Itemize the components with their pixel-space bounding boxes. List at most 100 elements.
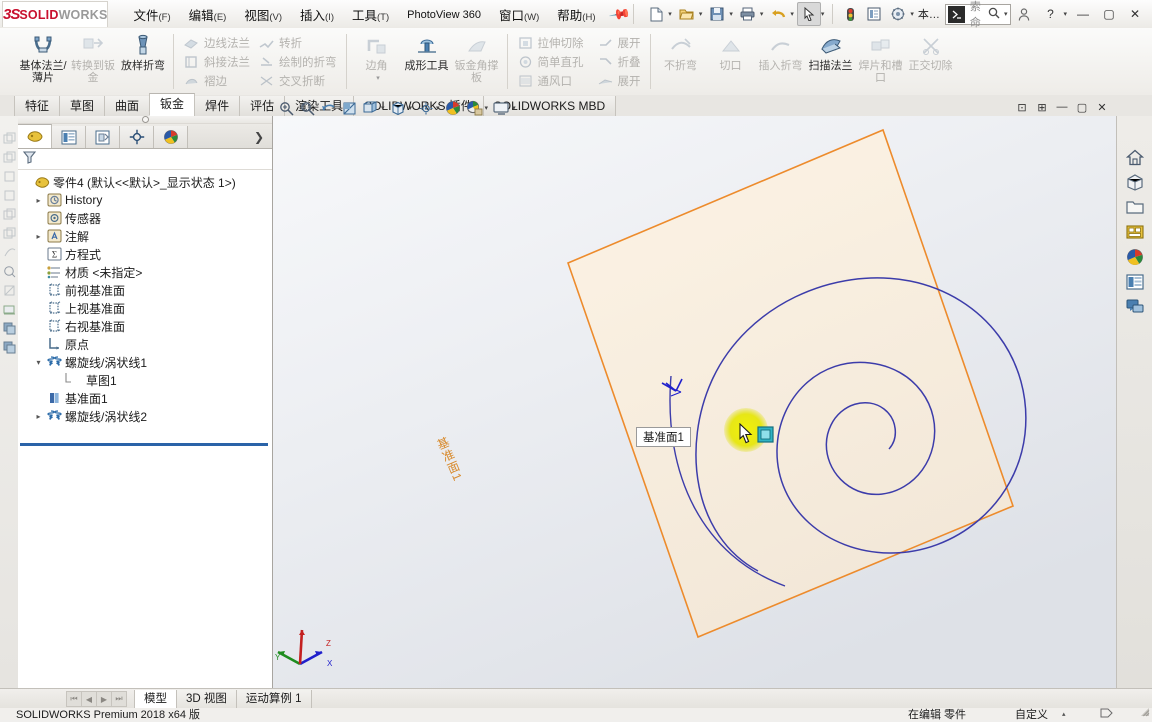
tree-row-helix2[interactable]: ▸ 螺旋线/涡状线2 [18,407,272,425]
search-command-box[interactable]: 搜索命令 ▾ [945,4,1012,25]
tree-row-plane1[interactable]: 基准面1 [18,389,272,407]
open-file-dropdown[interactable]: ▾ [699,10,703,18]
plane-callout-label[interactable]: 基准面1 [636,427,691,447]
tab-sheetmetal[interactable]: 钣金 [149,93,195,116]
menu-window[interactable]: 窗口(W) [490,1,548,28]
view-icon-4[interactable] [1,186,17,204]
tree-row-origin[interactable]: 原点 [18,335,272,353]
open-folder-icon[interactable] [675,2,699,26]
appearances-icon[interactable] [1123,245,1147,269]
file-explorer-icon[interactable] [1123,195,1147,219]
display-manager-tab[interactable] [154,126,188,148]
graphics-viewport[interactable]: Z Y X 基准面1 基准面1 [273,116,1116,688]
expand-arrow-annotations[interactable]: ▸ [32,232,45,241]
restore-icon[interactable]: ⊡ [1012,98,1032,116]
scene-dropdown[interactable]: ▾ [485,104,489,112]
maximize-icon[interactable]: ▢ [1072,98,1092,116]
tab-surfaces[interactable]: 曲面 [104,96,150,116]
view-orientation-icon[interactable] [360,99,381,118]
home-icon[interactable] [1123,145,1147,169]
hide-show-icon[interactable] [415,99,436,118]
view-icon-3[interactable] [1,167,17,185]
menu-file[interactable]: 文件(F) [124,1,179,28]
first-tab-arrow[interactable]: ⏮ [66,691,82,707]
jog-button[interactable]: 转折 [254,33,341,52]
tree-row-annotations[interactable]: ▸ 注解 [18,227,272,245]
feature-manager-more[interactable]: ❯ [246,126,272,148]
resize-grip[interactable] [1138,706,1150,720]
pushpin-icon[interactable]: 📌 [607,2,631,26]
viewport-layout-icon[interactable] [491,99,512,118]
view-orientation-dropdown[interactable]: ▾ [381,104,385,112]
minimize-icon[interactable]: — [1052,98,1072,116]
feature-tree[interactable]: 零件4 (默认<<默认>_显示状态 1>) ▸ History 传感器 [18,170,272,688]
hide-show-dropdown[interactable]: ▾ [436,104,440,112]
tree-row-sketch1[interactable]: 草图1 [18,371,272,389]
select-dropdown[interactable]: ▾ [821,10,825,18]
display-style-icon[interactable] [388,99,409,118]
tree-row-right-plane[interactable]: 右视基准面 [18,317,272,335]
menu-view[interactable]: 视图(V) [235,1,291,28]
tree-row-top-plane[interactable]: 上视基准面 [18,299,272,317]
maximize-button[interactable]: ▢ [1096,4,1122,24]
user-account-icon[interactable] [1011,4,1037,24]
edge-flange-button[interactable]: 边线法兰 [179,33,254,52]
tile-icon[interactable]: ⊞ [1032,98,1052,116]
settings-dropdown[interactable]: ▾ [910,10,914,18]
cursor-arrow-icon[interactable] [797,2,821,26]
expand-arrow-history[interactable]: ▸ [32,196,45,205]
unfold-button[interactable]: 展开 [593,33,645,52]
forming-tool-button[interactable]: 成形工具 [402,30,452,93]
configuration-manager-tab[interactable] [86,126,120,148]
section-tool-icon[interactable] [1,262,17,280]
print-dropdown[interactable]: ▾ [760,10,764,18]
expand-arrow-helix2[interactable]: ▸ [32,412,45,421]
custom-properties-icon[interactable] [1123,270,1147,294]
minimize-button[interactable]: — [1070,4,1096,24]
view-icon-5[interactable] [1,205,17,223]
close-button[interactable]: ✕ [1122,4,1148,24]
insert-bends-button[interactable]: 插入折弯 [756,30,806,93]
view-icon-2[interactable] [1,148,17,166]
no-bends-button[interactable]: 不折弯 [656,30,706,93]
menu-insert[interactable]: 插入(I) [291,1,343,28]
copy-view-icon[interactable] [1,319,17,337]
scene-icon[interactable] [464,99,485,118]
menu-photoview360[interactable]: PhotoView 360 [398,3,490,25]
tab-motion-study[interactable]: 运动算例 1 [236,690,312,708]
view-icon-1[interactable] [1,129,17,147]
vent-button[interactable]: 通风口 [513,71,588,90]
filter-funnel-icon[interactable] [22,150,37,168]
more-icon[interactable]: 本… [917,2,941,26]
property-manager-tab[interactable] [52,126,86,148]
appearance-icon[interactable] [443,99,464,118]
fold-button[interactable]: 折叠 [593,52,645,71]
expand-arrow-helix1[interactable]: ▾ [32,358,45,367]
hide-face-icon[interactable] [1,281,17,299]
tree-row-part[interactable]: 零件4 (默认<<默认>_显示状态 1>) [18,173,272,191]
tree-row-front-plane[interactable]: 前视基准面 [18,281,272,299]
hem-button[interactable]: 褶边 [179,71,254,90]
tree-row-material[interactable]: 材质 <未指定> [18,263,272,281]
rebuild-traffic-icon[interactable] [838,2,862,26]
panel-grip[interactable] [18,116,272,124]
save-disk-icon[interactable] [705,2,729,26]
cross-break-button[interactable]: 交叉折断 [254,71,341,90]
tab-and-slot-button[interactable]: 焊片和槽口 [856,30,906,93]
tree-row-sensors[interactable]: 传感器 [18,209,272,227]
flatten-button[interactable]: 展开 [593,71,645,90]
screen-tool-icon[interactable] [1,300,17,318]
new-file-dropdown[interactable]: ▾ [668,10,672,18]
menu-tools[interactable]: 工具(T) [343,1,398,28]
undo-arrow-icon[interactable] [766,2,790,26]
display-style-dropdown[interactable]: ▾ [409,104,413,112]
tab-sketch[interactable]: 草图 [59,96,105,116]
rollback-bar[interactable] [20,443,268,446]
lofted-bend-button[interactable]: 放样折弯 [118,30,168,93]
section-view-icon[interactable] [339,99,360,118]
tab-weldments[interactable]: 焊件 [194,96,240,116]
next-tab-arrow[interactable]: ▶ [96,691,112,707]
sketched-bend-button[interactable]: 绘制的折弯 [254,52,341,71]
view-palette-icon[interactable] [1123,220,1147,244]
menu-help[interactable]: 帮助(H) [548,1,604,28]
